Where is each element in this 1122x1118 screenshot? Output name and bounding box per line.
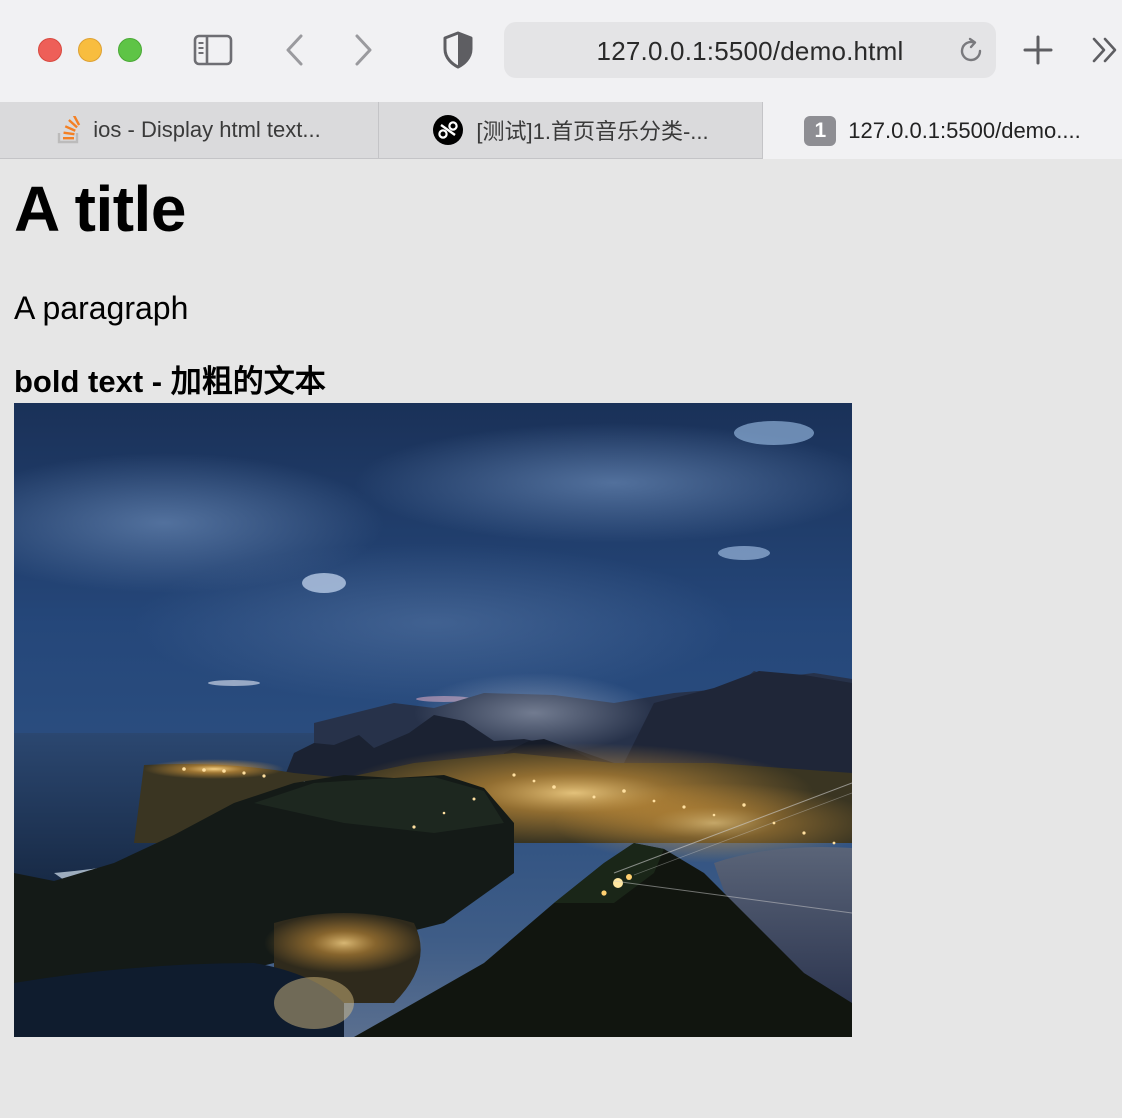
tab-label: [测试]1.首页音乐分类-... — [476, 119, 709, 144]
tab-number-badge: 1 — [804, 115, 837, 146]
city-night-photo — [14, 403, 852, 1037]
zoom-window-button[interactable] — [118, 38, 142, 62]
minimize-window-button[interactable] — [78, 38, 102, 62]
music-app-icon — [432, 114, 464, 146]
tab-label: ios - Display html text... — [93, 117, 321, 142]
paragraph-text: A paragraph — [14, 290, 189, 326]
close-window-button[interactable] — [38, 38, 62, 62]
sidebar-toggle-icon[interactable] — [190, 30, 236, 70]
forward-arrow-icon[interactable] — [346, 30, 382, 70]
back-arrow-icon[interactable] — [276, 30, 312, 70]
bold-text: bold text - 加粗的文本 — [14, 364, 326, 399]
new-tab-plus-icon[interactable] — [1016, 28, 1060, 72]
address-bar-url[interactable]: 127.0.0.1:5500/demo.html — [504, 22, 996, 78]
tab-stackoverflow[interactable]: ios - Display html text... — [0, 102, 379, 158]
tab-music-test[interactable]: [测试]1.首页音乐分类-... — [379, 102, 763, 158]
page-content: A title A paragraph bold text - 加粗的文本 — [14, 158, 1104, 400]
page-title: A title — [14, 173, 186, 245]
tab-bar: ios - Display html text... [测试]1.首页音乐分类-… — [0, 102, 1122, 159]
overflow-chevrons-icon[interactable] — [1088, 30, 1122, 70]
tab-label: 127.0.0.1:5500/demo.... — [848, 117, 1081, 143]
stackoverflow-icon — [57, 116, 81, 144]
privacy-shield-icon[interactable] — [438, 28, 478, 72]
browser-toolbar: 127.0.0.1:5500/demo.html — [0, 0, 1122, 103]
reload-icon[interactable] — [954, 34, 988, 68]
address-bar[interactable]: 127.0.0.1:5500/demo.html — [504, 22, 996, 78]
tab-demo-active[interactable]: 1 127.0.0.1:5500/demo.... — [763, 102, 1122, 159]
